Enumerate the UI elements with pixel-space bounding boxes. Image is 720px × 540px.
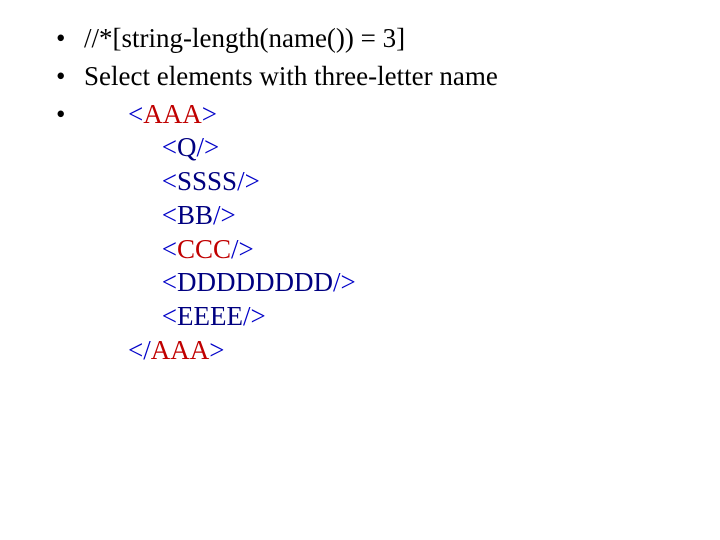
- xml-root-name-open: AAA: [143, 99, 202, 129]
- xml-child-line: <EEEE/>: [128, 300, 720, 334]
- xml-child-line: <DDDDDDDD/>: [128, 266, 720, 300]
- xml-child-line: <CCC/>: [128, 233, 720, 267]
- bullet-xpath-text: //*[string-length(name()) = 3]: [84, 23, 405, 53]
- xml-child-line: <Q/>: [128, 131, 720, 165]
- bullet-description: Select elements with three-letter name: [50, 60, 720, 94]
- xml-open-root: <AAA>: [128, 98, 720, 132]
- xml-child-line: <SSSS/>: [128, 165, 720, 199]
- slide-content: //*[string-length(name()) = 3] Select el…: [0, 0, 720, 368]
- xml-child-name: BB: [177, 200, 213, 230]
- xml-child-name: CCC: [177, 234, 231, 264]
- xml-close-root: </AAA>: [128, 334, 720, 368]
- bullet-description-text: Select elements with three-letter name: [84, 61, 498, 91]
- xml-root-name-close: AAA: [151, 335, 210, 365]
- xml-child-name: Q: [177, 132, 197, 162]
- bullet-list: //*[string-length(name()) = 3] Select el…: [50, 22, 720, 94]
- xml-child-name: SSSS: [177, 166, 237, 196]
- xml-child-line: <BB/>: [128, 199, 720, 233]
- xml-child-name: DDDDDDDD: [177, 267, 333, 297]
- bullet-xpath: //*[string-length(name()) = 3]: [50, 22, 720, 56]
- xml-code-block: <AAA> <Q/> <SSSS/> <BB/> <CCC/> <DDDDDDD…: [128, 98, 720, 368]
- xml-child-name: EEEE: [177, 301, 243, 331]
